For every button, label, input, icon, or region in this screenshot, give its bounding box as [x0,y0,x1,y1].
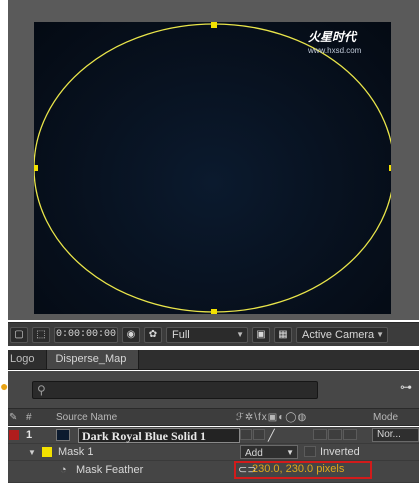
viewer-toolbar: ▢ ⬚ 0:00:00:00 ◉ ✿ Full ▼ ▣ ▦ Active Cam… [8,322,419,346]
mask-inverted-label: Inverted [320,446,360,458]
layer-mode-dropdown[interactable]: Nor... [372,428,419,442]
layer-name-field[interactable]: Dark Royal Blue Solid 1 [78,428,240,443]
watermark-brand: 火星时代 [308,30,357,44]
mask-feather-row[interactable]: ◔ Mask Feather ⊂⊃ 230.0, 230.0 pixels [8,461,419,483]
current-time-indicator-icon: ● [0,378,9,394]
tab-disperse-map[interactable]: Disperse_Map [47,350,140,369]
snapshot-camera-icon[interactable]: ◉ [122,326,140,343]
chevron-down-icon: ▼ [376,330,384,339]
region-of-interest-icon[interactable]: ▣ [252,326,270,343]
chevron-down-icon: ▼ [286,448,294,457]
mask-vertex-top [211,22,217,28]
mask-color-swatch[interactable] [42,447,52,457]
timeline-column-header: ✎ # Source Name ℱ✲\fx▣◐◯◍ Mode [8,408,419,426]
resolution-dropdown[interactable]: Full ▼ [166,326,248,343]
tab-logo[interactable]: Logo [8,350,48,369]
label-column-icon: ✎ [9,412,18,423]
timeline-search-row: ⚲ [8,371,419,408]
mask-mode-dropdown[interactable]: Add ▼ [240,445,298,459]
mask-path[interactable] [34,22,391,314]
mask-vertex-left [34,165,38,171]
camera-view-value: Active Camera [302,328,375,341]
mask-inverted-checkbox[interactable] [304,446,316,457]
switch-3d[interactable] [343,429,357,440]
switch-adjustment[interactable] [328,429,342,440]
layer-label-color[interactable] [9,430,19,440]
stopwatch-icon[interactable]: ◔ [60,464,67,476]
magnification-button[interactable]: ▢ [10,326,28,343]
mask-vertex-right [389,165,391,171]
watermark-logo: 火星时代 www.hxsd.com [308,28,361,55]
column-switches: ℱ✲\fx▣◐◯◍ [236,412,308,423]
switch-shy[interactable] [240,429,252,440]
camera-view-dropdown[interactable]: Active Camera ▼ [296,326,388,343]
current-time-display[interactable]: 0:00:00:00 [54,326,118,343]
composition-canvas[interactable] [34,22,391,314]
layer-number: 1 [26,429,33,441]
timeline-search-input[interactable]: ⚲ [32,380,318,399]
mask-vertex-bottom [211,309,217,314]
mask-row[interactable]: ▼ Mask 1 Add ▼ Inverted [8,444,419,461]
switch-collapse[interactable] [253,429,265,440]
safe-zones-button[interactable]: ⬚ [32,326,50,343]
expand-triangle-icon[interactable]: ▼ [28,448,36,457]
column-mode[interactable]: Mode [373,412,398,423]
layer-row[interactable]: 1 Dark Royal Blue Solid 1 ╱ Nor... [8,427,419,444]
layer-solid-thumbnail [56,429,70,441]
switch-motion-blur[interactable] [313,429,327,440]
resolution-value: Full [172,328,190,341]
column-source-name[interactable]: Source Name [56,412,117,423]
mask-name[interactable]: Mask 1 [58,446,93,458]
search-icon: ⚲ [37,382,46,397]
composition-viewer[interactable]: 火星时代 www.hxsd.com [8,0,419,320]
transparency-grid-icon[interactable]: ▦ [274,326,292,343]
timeline-tab-bar: Logo Disperse_Map [8,350,419,370]
mask-mode-value: Add [245,448,263,459]
switch-quality-icon[interactable]: ╱ [268,429,275,442]
timeline-options-icon[interactable]: ⊶ [400,380,412,394]
chevron-down-icon: ▼ [236,330,244,339]
watermark-url: www.hxsd.com [308,46,362,55]
column-number: # [26,412,32,423]
show-channel-icon[interactable]: ✿ [144,326,162,343]
mask-feather-label: Mask Feather [76,464,144,476]
mask-feather-value[interactable]: 230.0, 230.0 pixels [252,463,344,475]
